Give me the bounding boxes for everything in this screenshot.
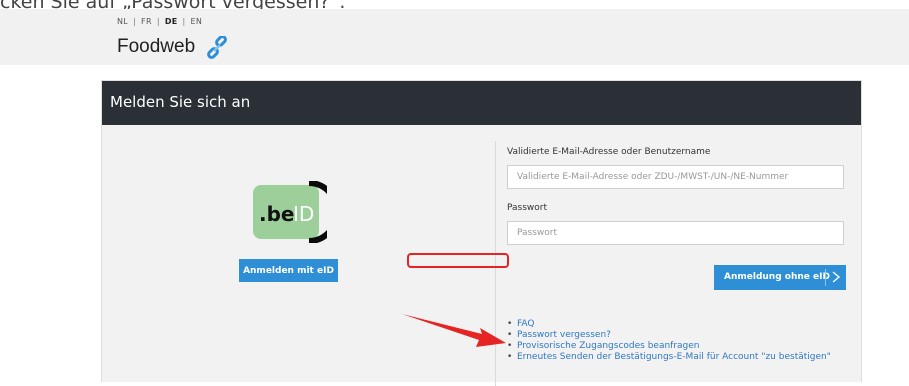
red-arrow-annotation bbox=[402, 314, 506, 347]
username-input[interactable] bbox=[507, 165, 844, 189]
language-switcher: NL | FR | DE | EN bbox=[117, 17, 202, 26]
temporary-codes-link[interactable]: Provisorische Zugangscodes beanfragen bbox=[517, 341, 700, 351]
lang-nl[interactable]: NL bbox=[117, 17, 128, 26]
lang-de[interactable]: DE bbox=[165, 17, 178, 26]
beid-logo-id: ID bbox=[293, 202, 314, 226]
lang-fr[interactable]: FR bbox=[141, 17, 152, 26]
button-separator bbox=[825, 269, 826, 286]
password-input[interactable] bbox=[507, 221, 844, 245]
forgot-password-highlight bbox=[407, 253, 509, 268]
list-item: Provisorische Zugangscodes beanfragen bbox=[507, 341, 831, 352]
panel-header: Melden Sie sich an bbox=[102, 81, 861, 125]
brand-name[interactable]: Foodweb bbox=[117, 36, 195, 58]
login-without-eid-button[interactable]: Anmeldung ohne eID bbox=[714, 265, 846, 290]
resend-confirmation-link[interactable]: Erneutes Senden der Bestätigungs-E-Mail … bbox=[517, 352, 831, 362]
password-label: Passwort bbox=[507, 203, 548, 213]
login-button-label: Anmeldung ohne eID bbox=[724, 272, 830, 282]
list-item: Passwort vergessen? bbox=[507, 330, 831, 341]
chevron-right-icon bbox=[832, 271, 841, 283]
panel-title: Melden Sie sich an bbox=[110, 93, 251, 111]
help-links: FAQ Passwort vergessen? Provisorische Zu… bbox=[507, 319, 831, 363]
lang-separator: | bbox=[133, 17, 137, 26]
list-item: FAQ bbox=[507, 319, 831, 330]
eid-login-button[interactable]: Anmelden mit eID bbox=[239, 259, 338, 282]
beid-logo: .be ID bbox=[253, 181, 327, 243]
forgot-password-link[interactable]: Passwort vergessen? bbox=[517, 330, 611, 340]
lang-separator: | bbox=[182, 17, 186, 26]
list-item: Erneutes Senden der Bestätigungs-E-Mail … bbox=[507, 352, 831, 363]
lang-separator: | bbox=[156, 17, 160, 26]
faq-link[interactable]: FAQ bbox=[517, 319, 534, 329]
beid-logo-be: .be bbox=[259, 202, 294, 226]
lang-en[interactable]: EN bbox=[191, 17, 203, 26]
chain-link-icon bbox=[207, 36, 227, 59]
username-label: Validierte E-Mail-Adresse oder Benutzern… bbox=[507, 147, 711, 157]
